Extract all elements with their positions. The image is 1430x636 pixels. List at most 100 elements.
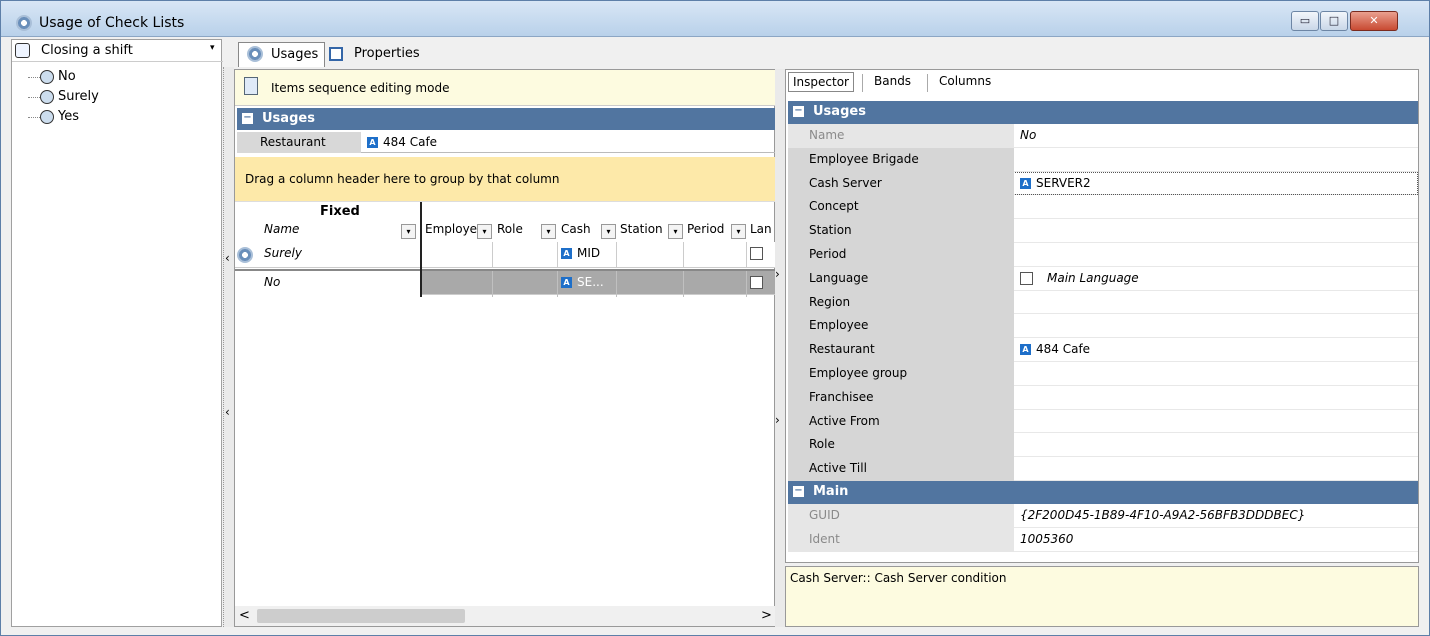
right-splitter[interactable]: › › bbox=[775, 69, 785, 627]
property-key: Employee Brigade bbox=[788, 147, 1014, 172]
window-title: Usage of Check Lists bbox=[39, 15, 185, 31]
tree-node-icon bbox=[40, 110, 54, 124]
property-key: Employee bbox=[788, 314, 1014, 339]
chevron-down-icon[interactable]: ▾ bbox=[210, 43, 215, 53]
column-header-language[interactable]: Lan bbox=[750, 222, 775, 242]
band-title: Usages bbox=[262, 111, 315, 126]
property-key: Station bbox=[788, 219, 1014, 243]
column-header-station[interactable]: Station ▾ bbox=[620, 222, 683, 242]
column-header-employee[interactable]: Employe ▾ bbox=[425, 222, 492, 242]
property-value: 1005360 bbox=[1020, 531, 1074, 546]
property-row[interactable]: Station bbox=[788, 219, 1418, 243]
horizontal-scrollbar[interactable]: < > bbox=[235, 606, 775, 626]
property-row[interactable]: GUID {2F200D45-1B89-4F10-A9A2-56BFB3DDDBE… bbox=[788, 503, 1418, 528]
property-value: SERVER2 bbox=[1036, 175, 1091, 190]
property-row[interactable]: Active From bbox=[788, 409, 1418, 434]
tab-inspector[interactable]: Inspector bbox=[788, 72, 854, 92]
checklist-combo[interactable]: Closing a shift ▾ bbox=[12, 40, 223, 62]
property-key: Active Till bbox=[788, 457, 1014, 481]
main-category-header[interactable]: − Main bbox=[788, 480, 1418, 504]
chevron-down-icon[interactable]: ▾ bbox=[668, 224, 683, 239]
usages-band-header[interactable]: − Usages bbox=[237, 108, 775, 130]
inspector-tabs: Inspector Bands Columns bbox=[786, 70, 1419, 98]
property-key: GUID bbox=[788, 503, 1014, 528]
tree-item[interactable]: Surely bbox=[26, 88, 99, 108]
row-name: No bbox=[264, 275, 281, 289]
collapse-left-icon[interactable]: ‹ bbox=[225, 405, 230, 419]
property-key: Name bbox=[788, 124, 1014, 148]
row-language-checkbox[interactable] bbox=[750, 246, 763, 260]
usages-category-header[interactable]: − Usages bbox=[788, 101, 1418, 124]
property-row[interactable]: Restaurant A 484 Cafe bbox=[788, 338, 1418, 362]
expand-right-icon[interactable]: › bbox=[775, 267, 780, 281]
minimize-button[interactable]: ▭ bbox=[1291, 11, 1319, 31]
group-by-panel[interactable]: Drag a column header here to group by th… bbox=[235, 157, 775, 202]
column-header-name[interactable]: Name ▾ bbox=[264, 222, 416, 242]
expand-right-icon[interactable]: › bbox=[775, 413, 780, 427]
property-row[interactable]: Name No bbox=[788, 124, 1418, 148]
property-row[interactable]: Employee bbox=[788, 314, 1418, 339]
tab-properties[interactable]: Properties bbox=[322, 42, 426, 67]
chevron-down-icon[interactable]: ▾ bbox=[541, 224, 556, 239]
view-tabs: Usages Properties bbox=[234, 41, 1430, 67]
column-header-cash[interactable]: Cash ▾ bbox=[561, 222, 616, 242]
tree-item-label: Surely bbox=[58, 89, 99, 104]
attribute-badge-icon: A bbox=[367, 137, 378, 148]
chevron-down-icon[interactable]: ▾ bbox=[601, 224, 616, 239]
property-row[interactable]: Concept bbox=[788, 195, 1418, 220]
chevron-down-icon[interactable]: ▾ bbox=[731, 224, 746, 239]
row-language-checkbox[interactable] bbox=[750, 275, 763, 289]
scroll-thumb[interactable] bbox=[257, 609, 465, 623]
tree-item-label: No bbox=[58, 69, 76, 84]
maximize-button[interactable]: □ bbox=[1320, 11, 1348, 31]
attribute-badge-icon: A bbox=[1020, 177, 1031, 189]
restaurant-label: Restaurant bbox=[237, 132, 361, 153]
property-key: Region bbox=[788, 290, 1014, 315]
scroll-left-icon[interactable]: < bbox=[239, 608, 250, 623]
restaurant-value: 484 Cafe bbox=[383, 135, 438, 149]
column-header-period[interactable]: Period ▾ bbox=[687, 222, 746, 242]
property-row[interactable]: Employee Brigade bbox=[788, 147, 1418, 172]
property-key: Restaurant bbox=[788, 338, 1014, 362]
gear-icon bbox=[247, 46, 263, 62]
collapse-icon[interactable]: − bbox=[242, 113, 253, 124]
tab-usages[interactable]: Usages bbox=[238, 42, 326, 67]
close-button[interactable]: ✕ bbox=[1350, 11, 1398, 31]
table-row[interactable]: No A SE... bbox=[235, 269, 775, 297]
tree-item[interactable]: No bbox=[26, 68, 99, 88]
property-row[interactable]: Role bbox=[788, 433, 1418, 458]
row-cash: SE... bbox=[577, 275, 604, 289]
sequence-mode-bar[interactable]: Items sequence editing mode bbox=[235, 70, 775, 106]
property-key: Employee group bbox=[788, 361, 1014, 386]
restaurant-filter-row[interactable]: Restaurant A 484 Cafe bbox=[237, 132, 775, 153]
property-row[interactable]: Cash Server A SERVER2 bbox=[788, 171, 1418, 196]
chevron-down-icon[interactable]: ▾ bbox=[401, 224, 416, 239]
property-row[interactable]: Period bbox=[788, 242, 1418, 267]
tab-label: Properties bbox=[354, 46, 420, 61]
left-splitter[interactable]: ‹ ‹ bbox=[223, 67, 234, 627]
property-row[interactable]: Franchisee bbox=[788, 385, 1418, 410]
property-row[interactable]: Ident 1005360 bbox=[788, 527, 1418, 552]
property-row[interactable]: Language Main Language bbox=[788, 266, 1418, 291]
chevron-down-icon[interactable]: ▾ bbox=[477, 224, 492, 239]
tab-bands[interactable]: Bands bbox=[874, 74, 911, 88]
property-row[interactable]: Active Till bbox=[788, 457, 1418, 481]
property-value: 484 Cafe bbox=[1036, 342, 1091, 357]
column-header-role[interactable]: Role ▾ bbox=[497, 222, 556, 242]
collapse-left-icon[interactable]: ‹ bbox=[225, 251, 230, 265]
property-value: Main Language bbox=[1047, 270, 1139, 285]
title-bar: Usage of Check Lists ▭ □ ✕ bbox=[1, 1, 1429, 37]
property-row[interactable]: Employee group bbox=[788, 361, 1418, 386]
tab-columns[interactable]: Columns bbox=[939, 74, 991, 88]
tree-item[interactable]: Yes bbox=[26, 108, 99, 128]
scroll-right-icon[interactable]: > bbox=[761, 608, 772, 623]
collapse-icon[interactable]: − bbox=[793, 106, 804, 117]
language-checkbox[interactable] bbox=[1020, 271, 1033, 285]
row-name: Surely bbox=[264, 246, 302, 260]
table-row[interactable]: Surely A MID bbox=[235, 242, 775, 268]
property-key: Cash Server bbox=[788, 171, 1014, 196]
sequence-mode-icon bbox=[244, 77, 258, 95]
collapse-icon[interactable]: − bbox=[793, 485, 804, 497]
tree-item-label: Yes bbox=[58, 109, 79, 124]
property-row[interactable]: Region bbox=[788, 290, 1418, 315]
